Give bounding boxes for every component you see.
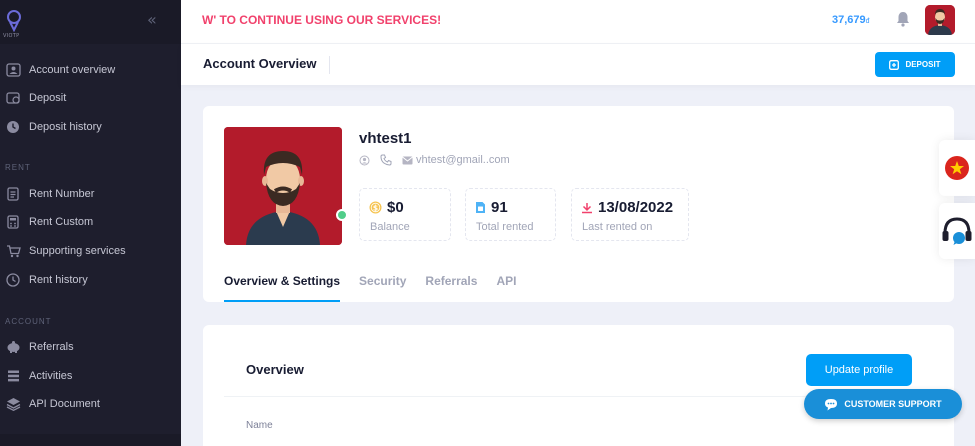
stat-label: Last rented on (582, 221, 653, 233)
sidebar-item-api-document[interactable]: API Document (0, 391, 181, 417)
section-label-rent: RENT (5, 163, 31, 172)
sidebar-item-rent-history[interactable]: Rent history (0, 267, 181, 293)
user-circle-icon (359, 155, 370, 166)
sidebar-item-label: Deposit (29, 92, 67, 104)
svg-text:$: $ (373, 203, 378, 212)
user-avatar[interactable] (925, 5, 955, 35)
customer-support-button[interactable]: CUSTOMER SUPPORT (804, 389, 962, 419)
profile-avatar (224, 127, 342, 245)
stat-label: Balance (370, 221, 410, 233)
sidebar-item-deposit[interactable]: Deposit (0, 85, 181, 111)
profile-tabs: Overview & Settings Security Referrals A… (224, 274, 535, 302)
vietnam-flag-icon (945, 156, 969, 180)
profile-username: vhtest1 (359, 130, 412, 147)
sidebar-item-label: Activities (29, 370, 73, 382)
sidebar-item-label: API Document (29, 398, 100, 410)
tab-referrals[interactable]: Referrals (425, 274, 477, 302)
online-status-dot (336, 209, 348, 221)
sidebar-item-account-overview[interactable]: Account overview (0, 57, 181, 83)
title-divider (329, 56, 330, 74)
sidebar-item-activities[interactable]: Activities (0, 363, 181, 389)
sidebar-item-label: Rent Number (29, 188, 95, 200)
language-switcher[interactable] (939, 140, 975, 196)
phone-icon (380, 154, 392, 166)
calculator-icon (5, 214, 21, 230)
stat-total-rented: 91 Total rented (465, 188, 556, 241)
page-toolbar: Account Overview DEPOSIT (181, 44, 975, 85)
sidebar-item-label: Rent history (29, 274, 88, 286)
profile-card: vhtest1 vhtest@gmail..com $ $0 Balance 9… (203, 106, 954, 302)
brand-logo-icon[interactable] (6, 10, 22, 32)
customer-support-label: CUSTOMER SUPPORT (844, 399, 942, 409)
sidebar-item-label: Rent Custom (29, 216, 94, 228)
piggy-bank-icon (5, 339, 21, 355)
overview-card: Overview Update profile Name (203, 325, 954, 446)
sidebar-item-label: Supporting services (29, 245, 126, 257)
stat-balance: $ $0 Balance (359, 188, 451, 241)
list-icon (5, 368, 21, 384)
cart-icon (5, 243, 21, 259)
sidebar-footer (0, 434, 181, 446)
profile-email[interactable]: vhtest@gmail..com (402, 154, 510, 166)
top-header: W' TO CONTINUE USING OUR SERVICES! 37,67… (181, 0, 975, 44)
wallet-icon (5, 90, 21, 106)
sidebar-item-rent-custom[interactable]: Rent Custom (0, 209, 181, 235)
sidebar-item-label: Account overview (29, 64, 116, 76)
sidebar-item-deposit-history[interactable]: Deposit history (0, 114, 181, 140)
support-widget[interactable] (939, 203, 975, 259)
name-field-label: Name (246, 420, 273, 431)
header-balance[interactable]: 37,679đ (832, 14, 870, 26)
sim-card-icon (476, 202, 485, 213)
tab-overview-settings[interactable]: Overview & Settings (224, 274, 341, 302)
sidebar: VIOTP « Account overview Deposit Deposit… (0, 0, 181, 446)
sidebar-item-supporting-services[interactable]: Supporting services (0, 238, 181, 264)
stat-label: Total rented (476, 221, 534, 233)
clock-icon (5, 119, 21, 135)
brand-logo-text: VIOTP (3, 33, 20, 39)
stat-value: 91 (491, 199, 508, 216)
chat-bubble-icon (825, 398, 838, 410)
sidebar-header: VIOTP « (0, 0, 181, 44)
arrow-down-icon (582, 202, 592, 213)
clock-icon (5, 272, 21, 288)
overview-title: Overview (246, 362, 304, 377)
email-text: vhtest@gmail..com (416, 154, 510, 166)
profile-meta: vhtest@gmail..com (359, 154, 510, 166)
stat-value: 13/08/2022 (598, 199, 674, 216)
section-label-account: ACCOUNT (5, 317, 52, 326)
update-profile-button[interactable]: Update profile (806, 354, 912, 386)
tab-api[interactable]: API (496, 274, 516, 302)
dollar-coin-icon: $ (369, 201, 382, 214)
user-card-icon (5, 62, 21, 78)
sidebar-item-referrals[interactable]: Referrals (0, 334, 181, 360)
currency-symbol: đ (865, 18, 870, 25)
sidebar-item-label: Deposit history (29, 121, 102, 133)
sidebar-item-label: Referrals (29, 341, 74, 353)
balance-amount: 37,679 (832, 14, 866, 26)
tab-security[interactable]: Security (359, 274, 406, 302)
bell-icon[interactable] (896, 11, 910, 27)
announcement-marquee: W' TO CONTINUE USING OUR SERVICES! (202, 13, 442, 27)
plus-square-icon (889, 59, 900, 70)
page-title: Account Overview (203, 56, 317, 71)
deposit-button[interactable]: DEPOSIT (875, 52, 955, 77)
document-icon (5, 186, 21, 202)
envelope-icon (402, 156, 413, 164)
deposit-button-label: DEPOSIT (905, 60, 941, 69)
stat-last-rented: 13/08/2022 Last rented on (571, 188, 689, 241)
sidebar-item-rent-number[interactable]: Rent Number (0, 181, 181, 207)
double-chevron-left-icon[interactable]: « (147, 10, 157, 29)
layers-icon (5, 396, 21, 412)
headset-icon (942, 217, 972, 245)
stat-value: $0 (387, 199, 404, 216)
